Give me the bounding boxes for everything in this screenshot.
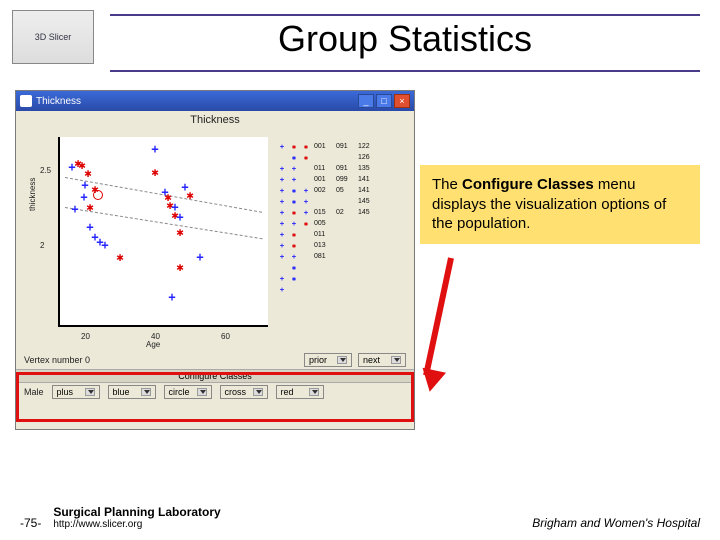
plus-marker: + xyxy=(101,239,108,251)
plot-title: Thickness xyxy=(16,111,414,129)
app-icon xyxy=(20,95,32,107)
cross-marker: ✱ xyxy=(176,261,183,273)
plot-area: thickness Age 2.5 2 20 40 60 + ✱ ✱ + + ✱… xyxy=(26,131,404,349)
legend-row: + xyxy=(278,284,398,295)
legend-row: ✱ xyxy=(278,262,398,273)
legend-row: +✱ xyxy=(278,273,398,284)
cross-marker: ✱ xyxy=(86,201,93,213)
legend-row: ++011091135 xyxy=(278,163,398,174)
close-button[interactable]: × xyxy=(394,94,410,108)
footer: -75- Surgical Planning Laboratory http:/… xyxy=(0,505,720,530)
cross-marker: ✱ xyxy=(116,251,123,263)
legend-row: ++✱005 xyxy=(278,218,398,229)
vertex-panel: Vertex number 0 prior next xyxy=(16,351,414,369)
legend-row: ++001099141 xyxy=(278,174,398,185)
cross-marker: ✱ xyxy=(84,167,91,179)
plus-marker: + xyxy=(176,211,183,223)
legend-row: +✱013 xyxy=(278,240,398,251)
maximize-button[interactable]: □ xyxy=(376,94,392,108)
hospital-name: Brigham and Women's Hospital xyxy=(532,516,700,530)
x-tick: 60 xyxy=(221,332,230,341)
legend-row: +✱+145 xyxy=(278,196,398,207)
legend-row: +✱+01502145 xyxy=(278,207,398,218)
highlight-box xyxy=(16,372,414,422)
arrow-icon xyxy=(423,257,454,376)
cross-marker: ✱ xyxy=(151,166,158,178)
cross-marker: ✱ xyxy=(164,191,171,203)
x-tick: 20 xyxy=(81,332,90,341)
y-axis-label: thickness xyxy=(28,178,37,211)
next-button[interactable]: next xyxy=(358,353,406,367)
minimize-button[interactable]: _ xyxy=(358,94,374,108)
legend-row: ++081 xyxy=(278,251,398,262)
legend-row: +✱✱001091122 xyxy=(278,141,398,152)
slide-title: Group Statistics xyxy=(110,18,700,60)
plus-marker: + xyxy=(151,143,158,155)
plus-marker: + xyxy=(71,203,78,215)
plus-marker: + xyxy=(168,291,175,303)
plus-marker: + xyxy=(196,251,203,263)
vertex-label: Vertex number 0 xyxy=(24,355,90,365)
titlebar[interactable]: Thickness _ □ × xyxy=(16,91,414,111)
cross-marker: ✱ xyxy=(176,226,183,238)
legend: +✱✱001091122✱✱126++011091135++001099141+… xyxy=(278,141,398,295)
window-title: Thickness xyxy=(36,96,81,107)
chevron-down-icon xyxy=(391,356,401,364)
x-tick: 40 xyxy=(151,332,160,341)
y-tick: 2 xyxy=(40,241,44,250)
chevron-down-icon xyxy=(337,356,347,364)
arrow-head-icon xyxy=(418,368,446,395)
url-text: http://www.slicer.org xyxy=(53,519,220,530)
lab-name: Surgical Planning Laboratory xyxy=(53,505,220,519)
y-tick: 2.5 xyxy=(40,166,51,175)
legend-row: ✱✱126 xyxy=(278,152,398,163)
legend-row: +✱011 xyxy=(278,229,398,240)
x-axis-label: Age xyxy=(146,340,160,349)
cross-marker: ✱ xyxy=(186,189,193,201)
slicer-logo: 3D Slicer xyxy=(12,10,94,64)
plot-frame: + ✱ ✱ + + ✱ + ✱ + + + + ✱ ✱ + ✱ + ✱ + ✱ … xyxy=(58,137,268,327)
callout-box: The Configure Classes menu displays the … xyxy=(420,165,700,244)
legend-row: +✱+00205141 xyxy=(278,185,398,196)
prior-button[interactable]: prior xyxy=(304,353,352,367)
page-number: -75- xyxy=(20,516,41,530)
circle-marker xyxy=(93,190,103,200)
